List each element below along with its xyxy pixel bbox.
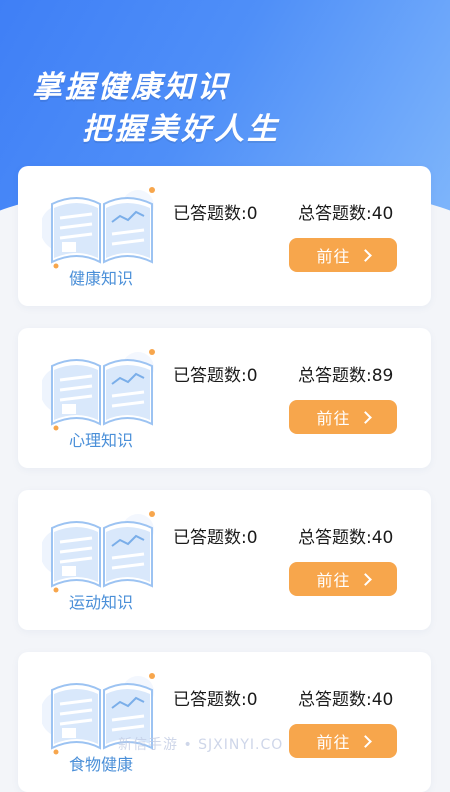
chevron-right-icon <box>358 249 372 262</box>
total-count: 总答题数:40 <box>298 690 394 710</box>
chevron-right-icon <box>358 573 372 586</box>
answered-count: 已答题数:0 <box>173 366 258 386</box>
go-button-label: 前往 <box>316 571 351 590</box>
go-button-label: 前往 <box>316 733 351 752</box>
total-count: 总答题数:40 <box>298 528 394 548</box>
knowledge-card-food[interactable]: 食物健康 已答题数:0 总答题数:40 前往 <box>18 652 431 792</box>
chevron-right-icon <box>358 411 372 424</box>
go-button-label: 前往 <box>316 409 351 428</box>
knowledge-card-exercise[interactable]: 运动知识 已答题数:0 总答题数:40 前往 <box>18 490 431 630</box>
go-button[interactable]: 前往 <box>289 562 397 596</box>
answered-count: 已答题数:0 <box>173 690 258 710</box>
card-title: 食物健康 <box>68 755 133 774</box>
watermark: 新信手游 • SJXINYI.CO <box>118 737 284 753</box>
card-title: 运动知识 <box>68 593 133 612</box>
headline-line-1: 掌握健康知识 <box>32 70 230 105</box>
card-title: 心理知识 <box>68 431 133 450</box>
knowledge-card-psychology[interactable]: 心理知识 已答题数:0 总答题数:89 前往 <box>18 328 431 468</box>
go-button[interactable]: 前往 <box>289 238 397 272</box>
headline-line-2: 把握美好人生 <box>82 112 280 147</box>
open-book-icon <box>42 502 162 594</box>
total-count: 总答题数:40 <box>298 204 394 224</box>
go-button[interactable]: 前往 <box>289 724 397 758</box>
go-button[interactable]: 前往 <box>289 400 397 434</box>
answered-count: 已答题数:0 <box>173 204 258 224</box>
open-book-icon <box>42 340 162 432</box>
card-title: 健康知识 <box>68 269 133 288</box>
chevron-right-icon <box>358 735 372 748</box>
open-book-icon <box>42 178 162 270</box>
go-button-label: 前往 <box>316 247 351 266</box>
total-count: 总答题数:89 <box>298 366 394 386</box>
knowledge-card-health[interactable]: 健康知识 已答题数:0 总答题数:40 前往 <box>18 166 431 306</box>
answered-count: 已答题数:0 <box>173 528 258 548</box>
